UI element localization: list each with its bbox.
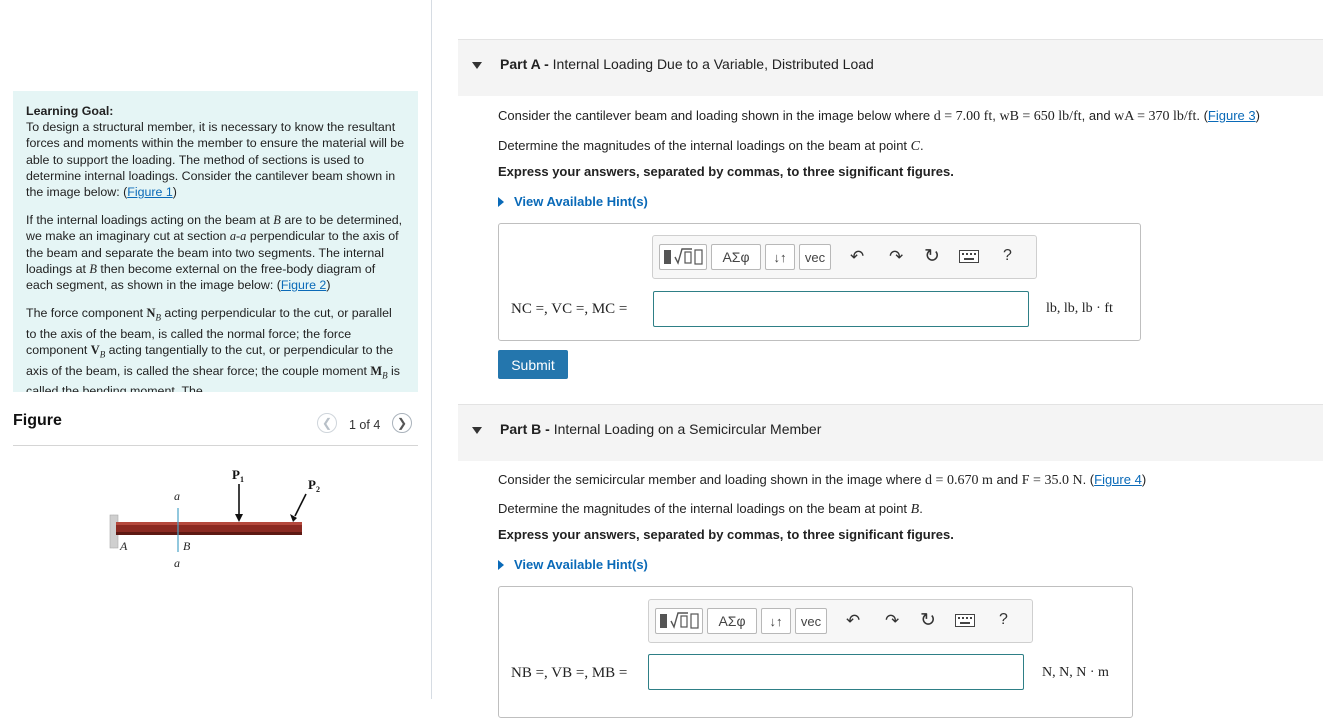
reset-icon[interactable]: ↻ <box>924 245 940 268</box>
templates-icon <box>664 248 703 265</box>
part-a-label: Part A - <box>500 56 549 72</box>
undo-icon[interactable]: ↶ <box>850 247 864 267</box>
figure-header: Figure ❮ 1 of 4 ❯ <box>13 405 418 446</box>
learning-goal-paragraph-1: Learning Goal: To design a structural me… <box>26 104 405 200</box>
part-a-answer-input[interactable] <box>653 291 1029 327</box>
part-b-title: Internal Loading on a Semicircular Membe… <box>553 421 822 437</box>
chevron-left-icon: ❮ <box>321 416 333 430</box>
figure-2-link[interactable]: Figure 2 <box>281 278 326 292</box>
part-a-units: lb, lb, lb · ft <box>1046 301 1113 316</box>
templates-button[interactable] <box>659 244 707 270</box>
templates-icon <box>660 612 699 629</box>
figure-1-link[interactable]: Figure 1 <box>127 185 172 199</box>
label-p2: P2 <box>308 477 320 494</box>
label-point-b: B <box>183 539 191 553</box>
greek-symbols-button[interactable]: ΑΣφ <box>707 608 757 634</box>
part-a-equation-label: NC =, VC =, MC = <box>511 301 628 317</box>
part-a-math-toolbar: ΑΣφ ↓↑ vec ↶ ↷ ↻ ? <box>652 235 1037 279</box>
label-a-bottom: a <box>174 556 180 570</box>
subscript-superscript-button[interactable]: ↓↑ <box>765 244 795 270</box>
templates-button[interactable] <box>655 608 703 634</box>
next-figure-button[interactable]: ❯ <box>392 413 412 433</box>
vector-button[interactable]: vec <box>795 608 827 634</box>
label-p1: P1 <box>232 467 244 484</box>
caret-right-icon <box>498 560 504 570</box>
part-b-units: N, N, N · m <box>1042 665 1109 680</box>
left-panel: Learning Goal: To design a structural me… <box>0 0 432 699</box>
figure-title: Figure <box>13 412 62 429</box>
beam-figure: P1 P2 a a A B <box>109 467 320 570</box>
part-a-title: Internal Loading Due to a Variable, Dist… <box>552 56 874 72</box>
help-icon[interactable]: ? <box>999 611 1008 629</box>
submit-button[interactable]: Submit <box>498 350 568 379</box>
part-a-instruction: Express your answers, separated by comma… <box>498 164 954 179</box>
part-a-question: Consider the cantilever beam and loading… <box>498 108 1260 124</box>
collapse-arrow-icon <box>472 62 482 69</box>
part-a-answer-box: ΑΣφ ↓↑ vec ↶ ↷ ↻ ? NC =, VC =, MC = lb, … <box>498 223 1141 341</box>
part-b-question: Consider the semicircular member and loa… <box>498 472 1147 488</box>
greek-symbols-button[interactable]: ΑΣφ <box>711 244 761 270</box>
part-b-header[interactable]: Part B - Internal Loading on a Semicircu… <box>458 404 1323 461</box>
reset-icon[interactable]: ↻ <box>920 609 936 632</box>
beam <box>116 522 302 535</box>
part-b-equation-label: NB =, VB =, MB = <box>511 665 628 681</box>
collapse-arrow-icon <box>472 427 482 434</box>
label-point-a: A <box>119 539 128 553</box>
caret-right-icon <box>498 197 504 207</box>
previous-figure-button[interactable]: ❮ <box>317 413 337 433</box>
part-b-answer-box: ΑΣφ ↓↑ vec ↶ ↷ ↻ ? NB =, VB =, MB = N, N… <box>498 586 1133 718</box>
help-icon[interactable]: ? <box>1003 247 1012 265</box>
redo-icon[interactable]: ↷ <box>885 611 899 631</box>
vector-button[interactable]: vec <box>799 244 831 270</box>
figure-counter: 1 of 4 <box>349 418 381 432</box>
learning-goal-paragraph-3: The force component NB acting perpendicu… <box>26 306 400 392</box>
keyboard-icon[interactable] <box>955 614 975 627</box>
part-b-instruction: Express your answers, separated by comma… <box>498 527 954 542</box>
load-p1-arrow <box>235 484 243 522</box>
part-a-header[interactable]: Part A - Internal Loading Due to a Varia… <box>458 39 1323 96</box>
part-b-determine: Determine the magnitudes of the internal… <box>498 501 923 517</box>
part-b-math-toolbar: ΑΣφ ↓↑ vec ↶ ↷ ↻ ? <box>648 599 1033 643</box>
subscript-superscript-button[interactable]: ↓↑ <box>761 608 791 634</box>
part-a-hint-link[interactable]: View Available Hint(s) <box>498 194 648 209</box>
keyboard-icon[interactable] <box>959 250 979 263</box>
load-p2-arrow <box>290 493 307 522</box>
part-b-label: Part B - <box>500 421 550 437</box>
chevron-right-icon: ❯ <box>396 416 408 430</box>
part-b-answer-input[interactable] <box>648 654 1024 690</box>
redo-icon[interactable]: ↷ <box>889 247 903 267</box>
undo-icon[interactable]: ↶ <box>846 611 860 631</box>
learning-goal-heading: Learning Goal: <box>26 104 114 118</box>
right-panel: Part A - Internal Loading Due to a Varia… <box>432 0 1323 718</box>
learning-goal-box: Learning Goal: To design a structural me… <box>13 91 418 392</box>
learning-goal-paragraph-2: If the internal loadings acting on the b… <box>26 213 403 293</box>
figure-4-link[interactable]: Figure 4 <box>1094 472 1142 487</box>
label-a-top: a <box>174 489 180 503</box>
figure-3-link[interactable]: Figure 3 <box>1208 108 1256 123</box>
part-a-determine: Determine the magnitudes of the internal… <box>498 138 924 154</box>
part-b-hint-link[interactable]: View Available Hint(s) <box>498 557 648 572</box>
